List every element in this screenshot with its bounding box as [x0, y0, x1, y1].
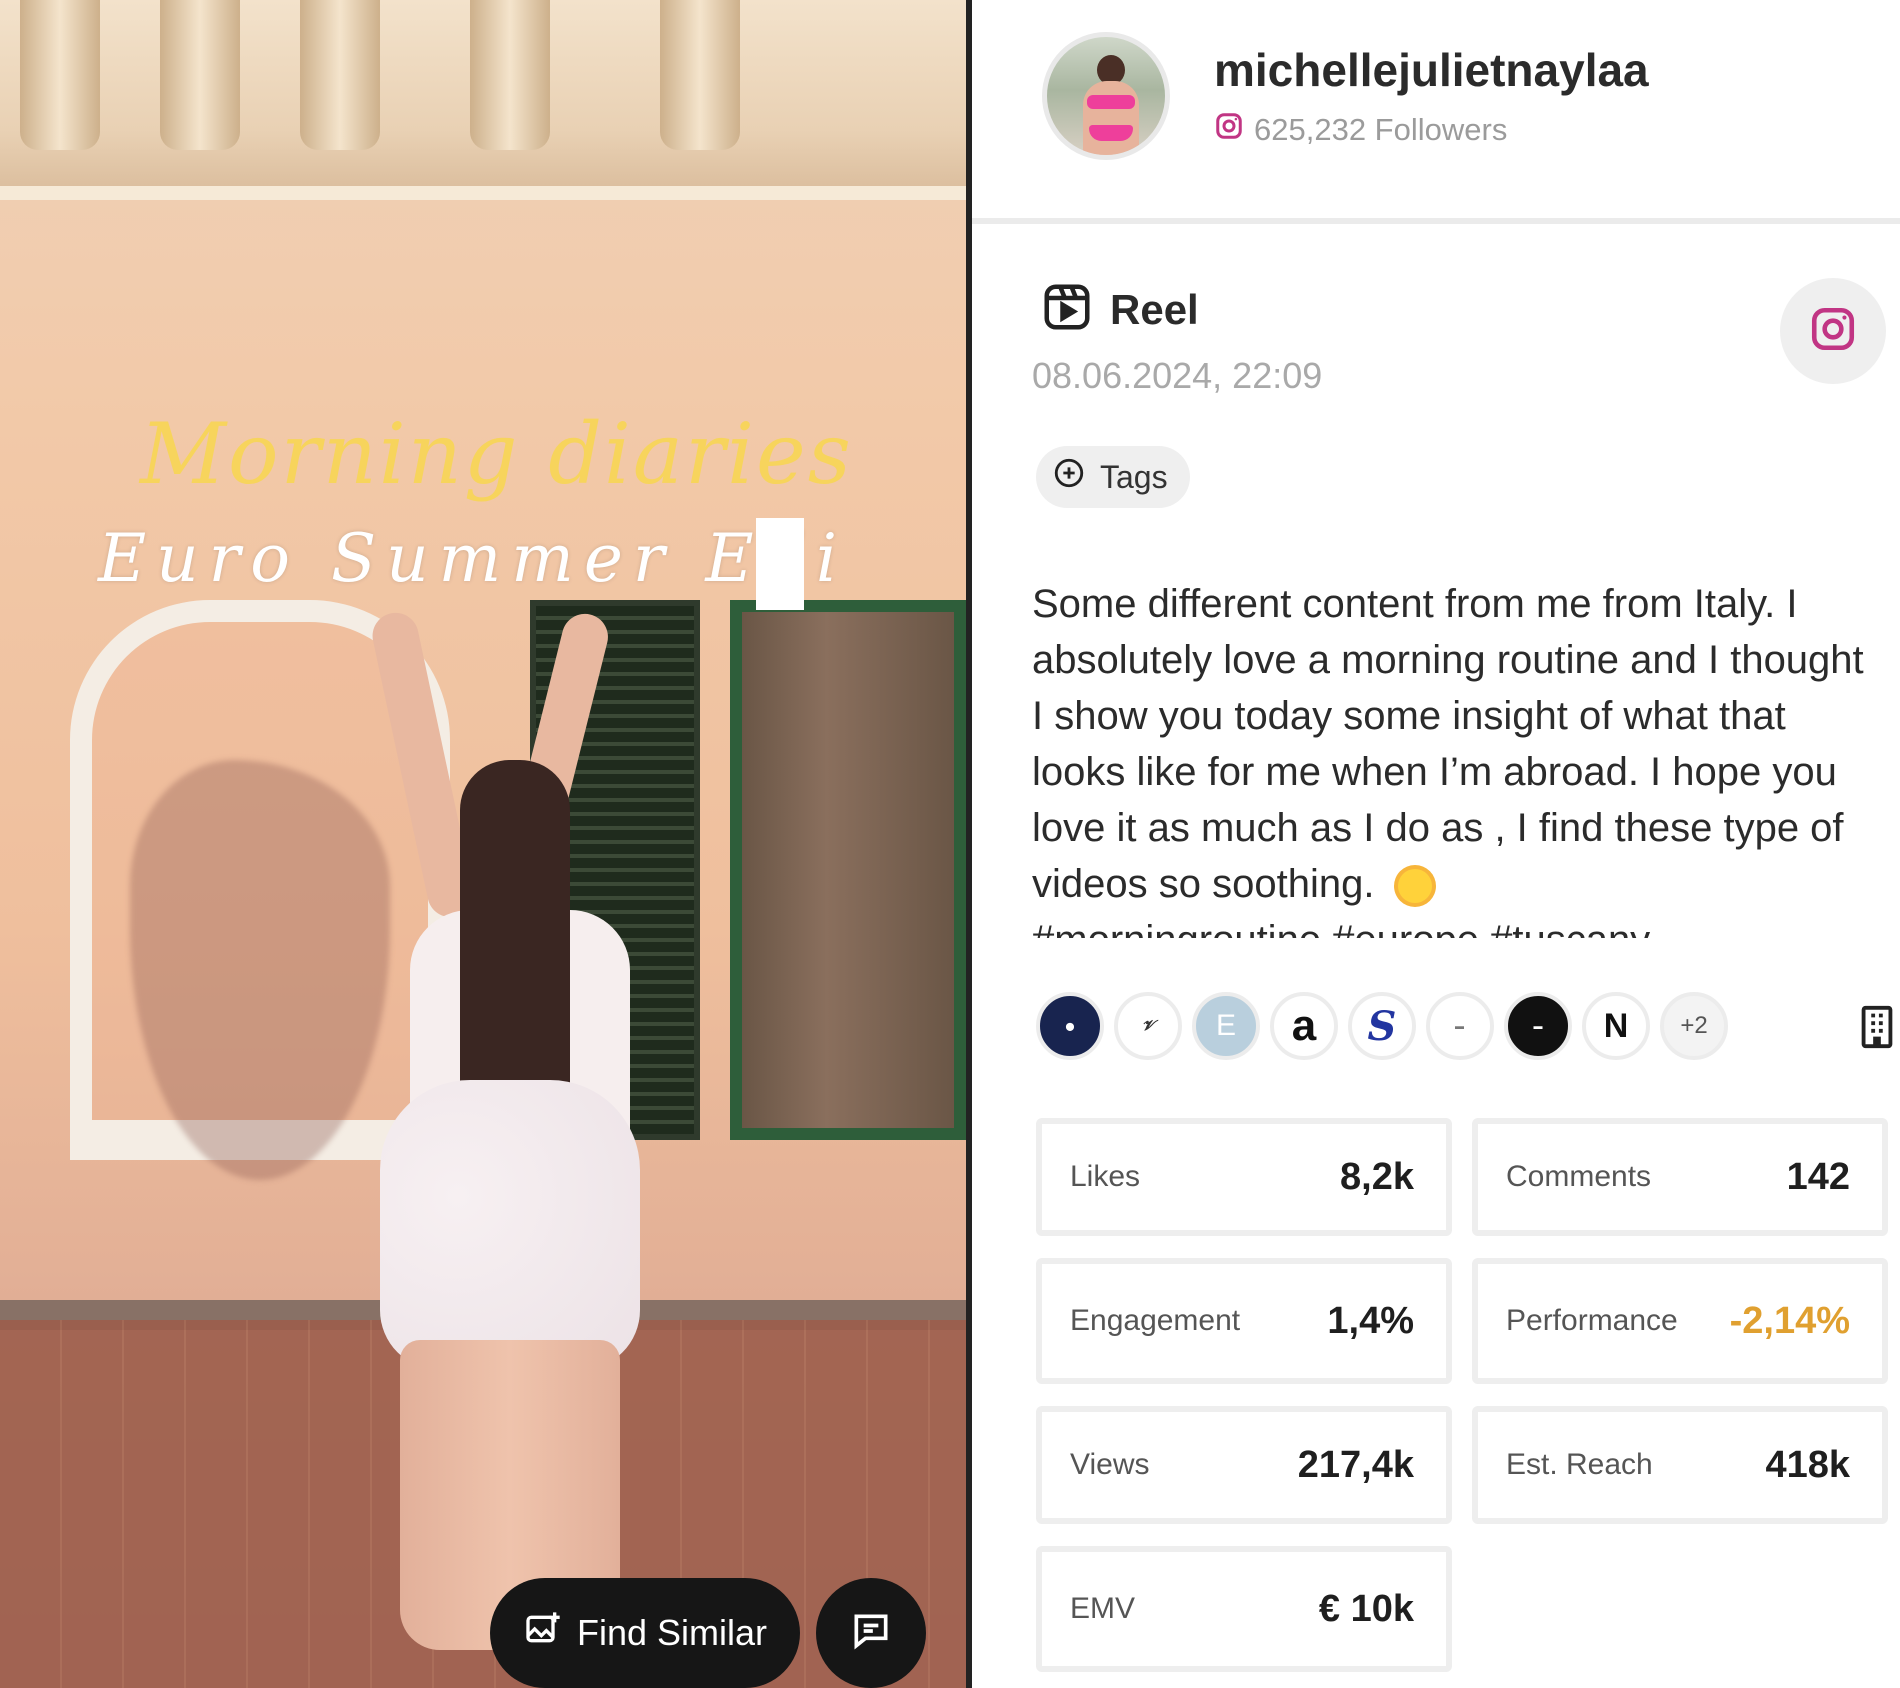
stat-value: 217,4k	[1297, 1443, 1414, 1486]
find-similar-label: Find Similar	[576, 1612, 768, 1653]
corbel	[660, 0, 740, 150]
corbel	[470, 0, 550, 150]
stat-performance: Performance -2,14%	[1472, 1258, 1888, 1384]
profile-header[interactable]: michellejulietnaylaa 625,232 Followers	[1042, 32, 1649, 160]
brand-logo[interactable]: ▬	[1426, 992, 1494, 1060]
roof-eave	[0, 0, 966, 200]
video-overlay-title: Morning diaries	[140, 405, 853, 503]
profile-text: michellejulietnaylaa 625,232 Followers	[1214, 43, 1649, 149]
sun-emoji-icon	[1397, 869, 1432, 904]
brand-logo[interactable]: N	[1582, 992, 1650, 1060]
find-similar-button[interactable]: Find Similar	[490, 1578, 800, 1688]
corbel	[160, 0, 240, 150]
username[interactable]: michellejulietnaylaa	[1214, 43, 1649, 97]
brand-logo[interactable]: ▬	[1504, 992, 1572, 1060]
stat-value: 1,4%	[1327, 1299, 1414, 1342]
post-media[interactable]: Morning diaries Euro Summer Edi Find Sim…	[0, 0, 966, 1688]
brand-logo[interactable]: ⬤	[1036, 992, 1104, 1060]
avatar[interactable]	[1042, 32, 1170, 160]
stat-views: Views 217,4k	[1036, 1406, 1452, 1524]
comment-button[interactable]	[816, 1578, 926, 1688]
stat-label: Likes	[1070, 1160, 1141, 1193]
brand-logo[interactable]: 𝓥	[1114, 992, 1182, 1060]
comment-icon	[849, 1609, 893, 1658]
stat-comments: Comments 142	[1472, 1118, 1888, 1236]
reel-icon	[1040, 280, 1094, 339]
instagram-icon	[1808, 304, 1858, 359]
stat-label: Comments	[1506, 1160, 1652, 1193]
video-overlay-subtitle: Euro Summer Edi	[98, 520, 847, 597]
post-type-label: Reel	[1110, 285, 1199, 333]
followers-label: 625,232 Followers	[1254, 112, 1508, 147]
more-brands-button[interactable]: +2	[1660, 992, 1728, 1060]
window	[730, 600, 966, 1140]
stat-label: Views	[1070, 1448, 1150, 1481]
stat-value: -2,14%	[1729, 1299, 1850, 1342]
followers-count: 625,232 Followers	[1214, 111, 1649, 149]
header-divider	[972, 218, 1900, 224]
stat-label: Est. Reach	[1506, 1448, 1653, 1481]
tags-label: Tags	[1100, 458, 1168, 495]
corbel	[300, 0, 380, 150]
stat-value: 8,2k	[1340, 1155, 1414, 1198]
overlay-text-cursor	[756, 518, 804, 610]
brand-mentions: ⬤ 𝓥 E a S ▬ ▬ N +2	[1036, 992, 1728, 1060]
stat-label: Engagement	[1070, 1304, 1241, 1337]
brand-logo[interactable]: E	[1192, 992, 1260, 1060]
post-type: Reel	[1040, 280, 1199, 339]
stat-label: Performance	[1506, 1304, 1678, 1337]
post-detail-panel: michellejulietnaylaa 625,232 Followers R…	[972, 0, 1900, 1688]
plus-circle-icon	[1052, 456, 1086, 498]
stat-label: EMV	[1070, 1592, 1136, 1625]
brand-logo[interactable]: S	[1348, 992, 1416, 1060]
stat-value: € 10k	[1318, 1587, 1414, 1630]
open-on-instagram-button[interactable]	[1780, 278, 1886, 384]
stat-value: 142	[1786, 1155, 1850, 1198]
image-search-icon	[523, 1609, 563, 1658]
building-icon[interactable]	[1854, 1004, 1900, 1050]
stat-engagement: Engagement 1,4%	[1036, 1258, 1452, 1384]
stat-likes: Likes 8,2k	[1036, 1118, 1452, 1236]
person-figure	[368, 608, 650, 1650]
brand-logo[interactable]: a	[1270, 992, 1338, 1060]
add-tags-button[interactable]: Tags	[1036, 446, 1190, 508]
post-date: 08.06.2024, 22:09	[1032, 355, 1323, 396]
stat-value: 418k	[1765, 1443, 1850, 1486]
instagram-icon	[1214, 111, 1244, 149]
caption-hashtags: #morningroutine #europe #tuscany	[1032, 912, 1882, 938]
corbel	[20, 0, 100, 150]
caption-text: Some different content from me from Ital…	[1032, 582, 1864, 906]
post-caption: Some different content from me from Ital…	[1032, 576, 1882, 938]
stat-est-reach: Est. Reach 418k	[1472, 1406, 1888, 1524]
stat-emv: EMV € 10k	[1036, 1546, 1452, 1672]
